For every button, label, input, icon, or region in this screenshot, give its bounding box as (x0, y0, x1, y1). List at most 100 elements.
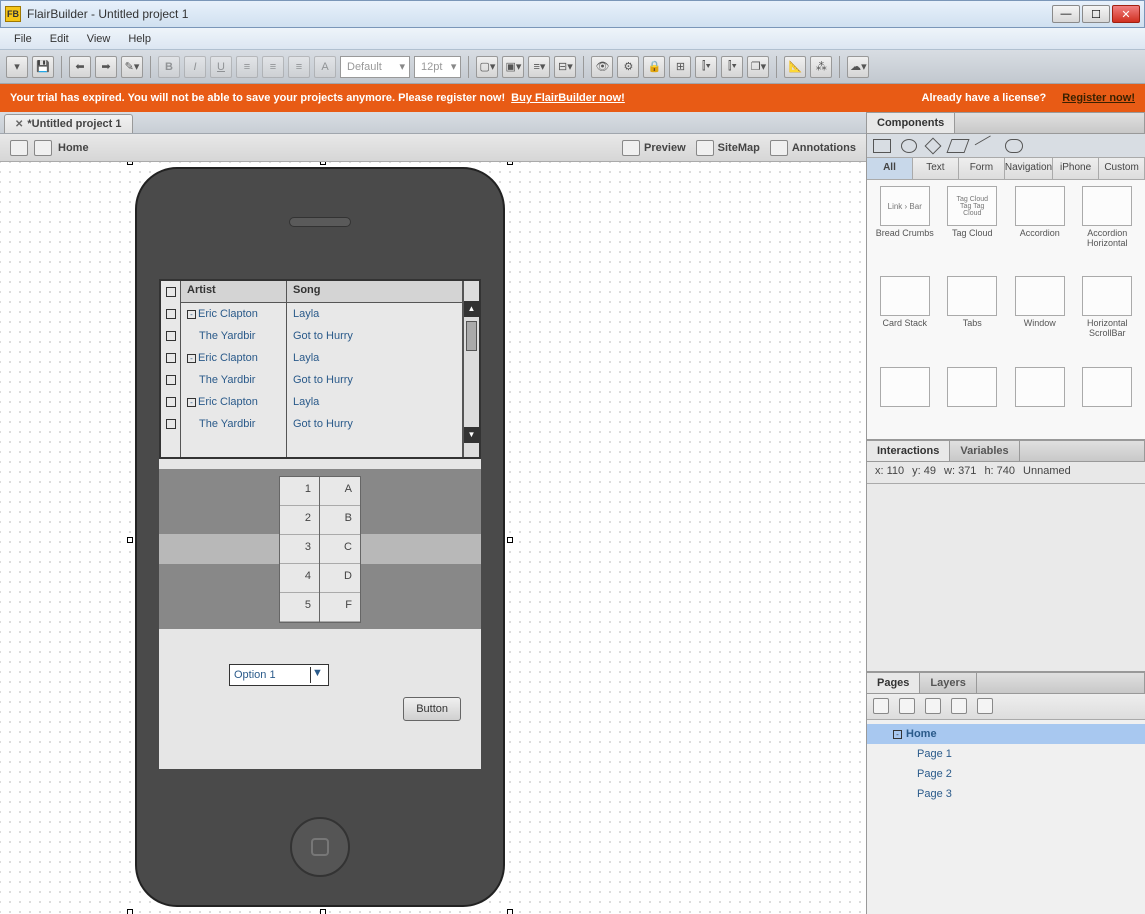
cloud-icon[interactable] (1005, 139, 1023, 153)
settings-icon[interactable]: ⁂ (810, 56, 832, 78)
component-item[interactable] (873, 367, 937, 433)
align-right-button[interactable]: ≡ (288, 56, 310, 78)
menu-file[interactable]: File (6, 30, 40, 48)
page-settings-icon[interactable] (925, 698, 941, 714)
page-node[interactable]: Page 1 (867, 744, 1145, 764)
scroll-thumb[interactable] (466, 321, 477, 351)
expand-icon[interactable]: - (893, 730, 902, 739)
pages-tab[interactable]: Pages (867, 673, 920, 693)
component-item[interactable] (1076, 367, 1140, 433)
underline-button[interactable]: U (210, 56, 232, 78)
diamond-icon[interactable] (925, 137, 942, 154)
save-button[interactable]: 💾 (32, 56, 54, 78)
page-tree[interactable]: -Home Page 1 Page 2 Page 3 (867, 720, 1145, 914)
page-node[interactable]: Page 2 (867, 764, 1145, 784)
new-button[interactable]: ▾ (6, 56, 28, 78)
expand-icon[interactable]: - (187, 354, 196, 363)
parallelogram-icon[interactable] (946, 139, 969, 153)
stack-icon[interactable]: ❐▾ (747, 56, 769, 78)
home-button[interactable] (290, 817, 350, 877)
component-hscroll[interactable]: Horizontal ScrollBar (1076, 276, 1140, 362)
bold-button[interactable]: B (158, 56, 180, 78)
table-cell[interactable]: Layla (287, 391, 462, 413)
register-link[interactable]: Register now! (1062, 92, 1135, 104)
picker-col-1[interactable]: 12345 (280, 477, 320, 622)
filter-navigation[interactable]: Navigation (1005, 158, 1053, 179)
expand-icon[interactable]: - (187, 398, 196, 407)
group-icon[interactable]: ⊞ (669, 56, 691, 78)
document-tab[interactable]: ✕ *Untitled project 1 (4, 114, 133, 133)
close-tab-icon[interactable]: ✕ (15, 119, 23, 130)
brush-button[interactable]: ✎▾ (121, 56, 143, 78)
back-icon[interactable] (34, 140, 52, 156)
component-cardstack[interactable]: Card Stack (873, 276, 937, 362)
col-header-artist[interactable]: Artist (181, 281, 286, 303)
lock-icon[interactable]: 🔒 (643, 56, 665, 78)
table-cell[interactable]: -Eric Clapton (181, 347, 286, 369)
align-left-button[interactable]: ≡ (236, 56, 258, 78)
font-family-select[interactable]: Default (340, 56, 410, 78)
distribute-icon[interactable]: ⫿▾ (721, 56, 743, 78)
font-size-select[interactable]: 12pt (414, 56, 461, 78)
new-page-icon[interactable] (873, 698, 889, 714)
components-tab[interactable]: Components (867, 113, 955, 133)
expand-icon[interactable]: - (187, 310, 196, 319)
checkbox[interactable] (166, 331, 176, 341)
picker-col-2[interactable]: ABCDF (320, 477, 360, 622)
filter-form[interactable]: Form (959, 158, 1005, 179)
component-breadcrumbs[interactable]: Link › BarBread Crumbs (873, 186, 937, 272)
button-widget[interactable]: Button (403, 697, 461, 721)
table-cell[interactable]: The Yardbir (181, 325, 286, 347)
annotations-button[interactable]: Annotations (770, 140, 856, 156)
ellipse-icon[interactable] (901, 139, 917, 153)
close-button[interactable]: ✕ (1112, 5, 1140, 23)
component-item[interactable] (1008, 367, 1072, 433)
filter-custom[interactable]: Custom (1099, 158, 1145, 179)
duplicate-page-icon[interactable] (899, 698, 915, 714)
line-icon[interactable] (975, 135, 998, 156)
checkbox[interactable] (166, 397, 176, 407)
checkbox[interactable] (166, 309, 176, 319)
component-accordion-h[interactable]: Accordion Horizontal (1076, 186, 1140, 272)
scroll-down-icon[interactable]: ▼ (464, 427, 479, 443)
spacing-button[interactable]: ⊟▾ (554, 56, 576, 78)
delete-page-icon[interactable] (977, 698, 993, 714)
undo-button[interactable]: ⬅ (69, 56, 91, 78)
filter-all[interactable]: All (867, 158, 913, 179)
menu-view[interactable]: View (79, 30, 119, 48)
eye-icon[interactable]: 👁 (591, 56, 613, 78)
table-cell[interactable]: The Yardbir (181, 369, 286, 391)
checkbox[interactable] (166, 353, 176, 363)
filter-text[interactable]: Text (913, 158, 959, 179)
table-cell[interactable]: -Eric Clapton (181, 391, 286, 413)
component-item[interactable] (941, 367, 1005, 433)
component-tagcloud[interactable]: Tag Cloud Tag Tag CloudTag Cloud (941, 186, 1005, 272)
border-color-button[interactable]: ▣▾ (502, 56, 524, 78)
component-window[interactable]: Window (1008, 276, 1072, 362)
variables-tab[interactable]: Variables (950, 441, 1019, 461)
italic-button[interactable]: I (184, 56, 206, 78)
table-widget[interactable]: Artist -Eric Clapton The Yardbir -Eric C… (159, 279, 481, 459)
page-down-icon[interactable] (951, 698, 967, 714)
sitemap-button[interactable]: SiteMap (696, 140, 760, 156)
design-canvas[interactable]: Artist -Eric Clapton The Yardbir -Eric C… (0, 162, 866, 914)
align-icon[interactable]: ⫿▾ (695, 56, 717, 78)
component-palette[interactable]: Link › BarBread Crumbs Tag Cloud Tag Tag… (867, 180, 1145, 440)
table-cell[interactable]: Got to Hurry (287, 413, 462, 435)
maximize-button[interactable]: ☐ (1082, 5, 1110, 23)
line-style-button[interactable]: ≡▾ (528, 56, 550, 78)
gear-icon[interactable]: ⚙ (617, 56, 639, 78)
filter-iphone[interactable]: iPhone (1053, 158, 1099, 179)
layers-tab[interactable]: Layers (920, 673, 976, 693)
table-cell[interactable]: The Yardbir (181, 413, 286, 435)
page-node[interactable]: Page 3 (867, 784, 1145, 804)
col-header-song[interactable]: Song (287, 281, 462, 303)
table-cell[interactable]: -Eric Clapton (181, 303, 286, 325)
interactions-tab[interactable]: Interactions (867, 441, 950, 461)
preview-button[interactable]: Preview (622, 140, 686, 156)
home-icon[interactable] (10, 140, 28, 156)
redo-button[interactable]: ➡ (95, 56, 117, 78)
component-tabs[interactable]: Tabs (941, 276, 1005, 362)
table-cell[interactable]: Layla (287, 303, 462, 325)
checkbox-header[interactable] (166, 287, 176, 297)
